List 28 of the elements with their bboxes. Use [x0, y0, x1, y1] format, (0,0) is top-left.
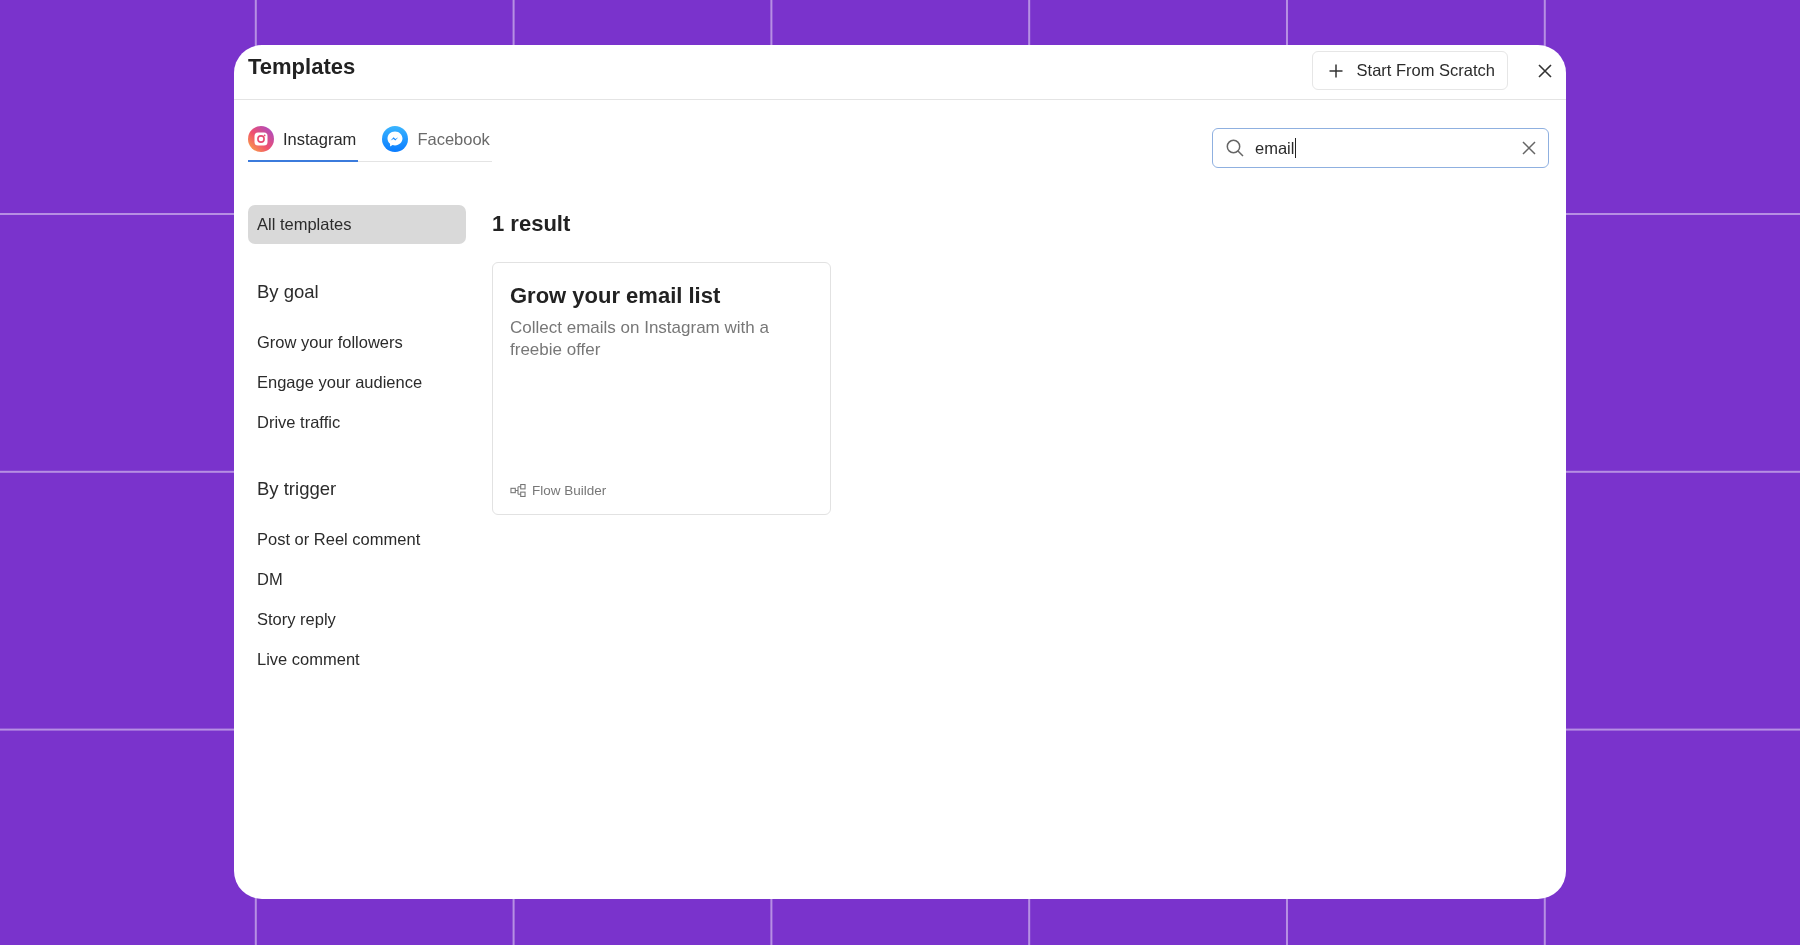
close-button[interactable]: [1538, 63, 1552, 78]
messenger-icon: [382, 126, 409, 152]
sidebar-item[interactable]: Engage your audience: [248, 362, 466, 402]
sidebar-item[interactable]: Story reply: [248, 599, 466, 639]
sidebar-item[interactable]: Grow your followers: [248, 322, 466, 362]
sidebar-item[interactable]: All templates: [248, 205, 466, 244]
card-title: Grow your email list: [510, 283, 722, 309]
result-count: 1 result: [492, 211, 572, 237]
close-icon: [1538, 63, 1552, 78]
instagram-icon: [248, 126, 274, 152]
platform-tab[interactable]: Facebook: [382, 126, 492, 162]
platform-tab[interactable]: Instagram: [248, 126, 359, 162]
sidebar-item[interactable]: Post or Reel comment: [248, 519, 466, 559]
plus-icon: [1328, 63, 1343, 78]
search-field[interactable]: email: [1212, 128, 1549, 168]
sidebar-item[interactable]: Drive traffic: [248, 402, 466, 442]
sidebar-item[interactable]: Live comment: [248, 639, 466, 679]
card-description: Collect emails on Instagram with a freebie offer: [510, 317, 770, 361]
sidebar-item[interactable]: DM: [248, 559, 466, 599]
clear-icon[interactable]: [1522, 141, 1536, 155]
dialog-title: Templates: [248, 54, 356, 80]
flow-icon: [510, 484, 526, 497]
search-icon: [1226, 139, 1244, 157]
sidebar-heading: By trigger: [256, 478, 338, 500]
card-footer-label: Flow Builder: [532, 483, 607, 498]
template-card[interactable]: Grow your email list Collect emails on Instagram with a freebie offer Flow Builder: [492, 262, 831, 515]
sidebar-heading: By goal: [256, 281, 320, 303]
start-from-scratch-button[interactable]: Start From Scratch: [1311, 51, 1508, 90]
